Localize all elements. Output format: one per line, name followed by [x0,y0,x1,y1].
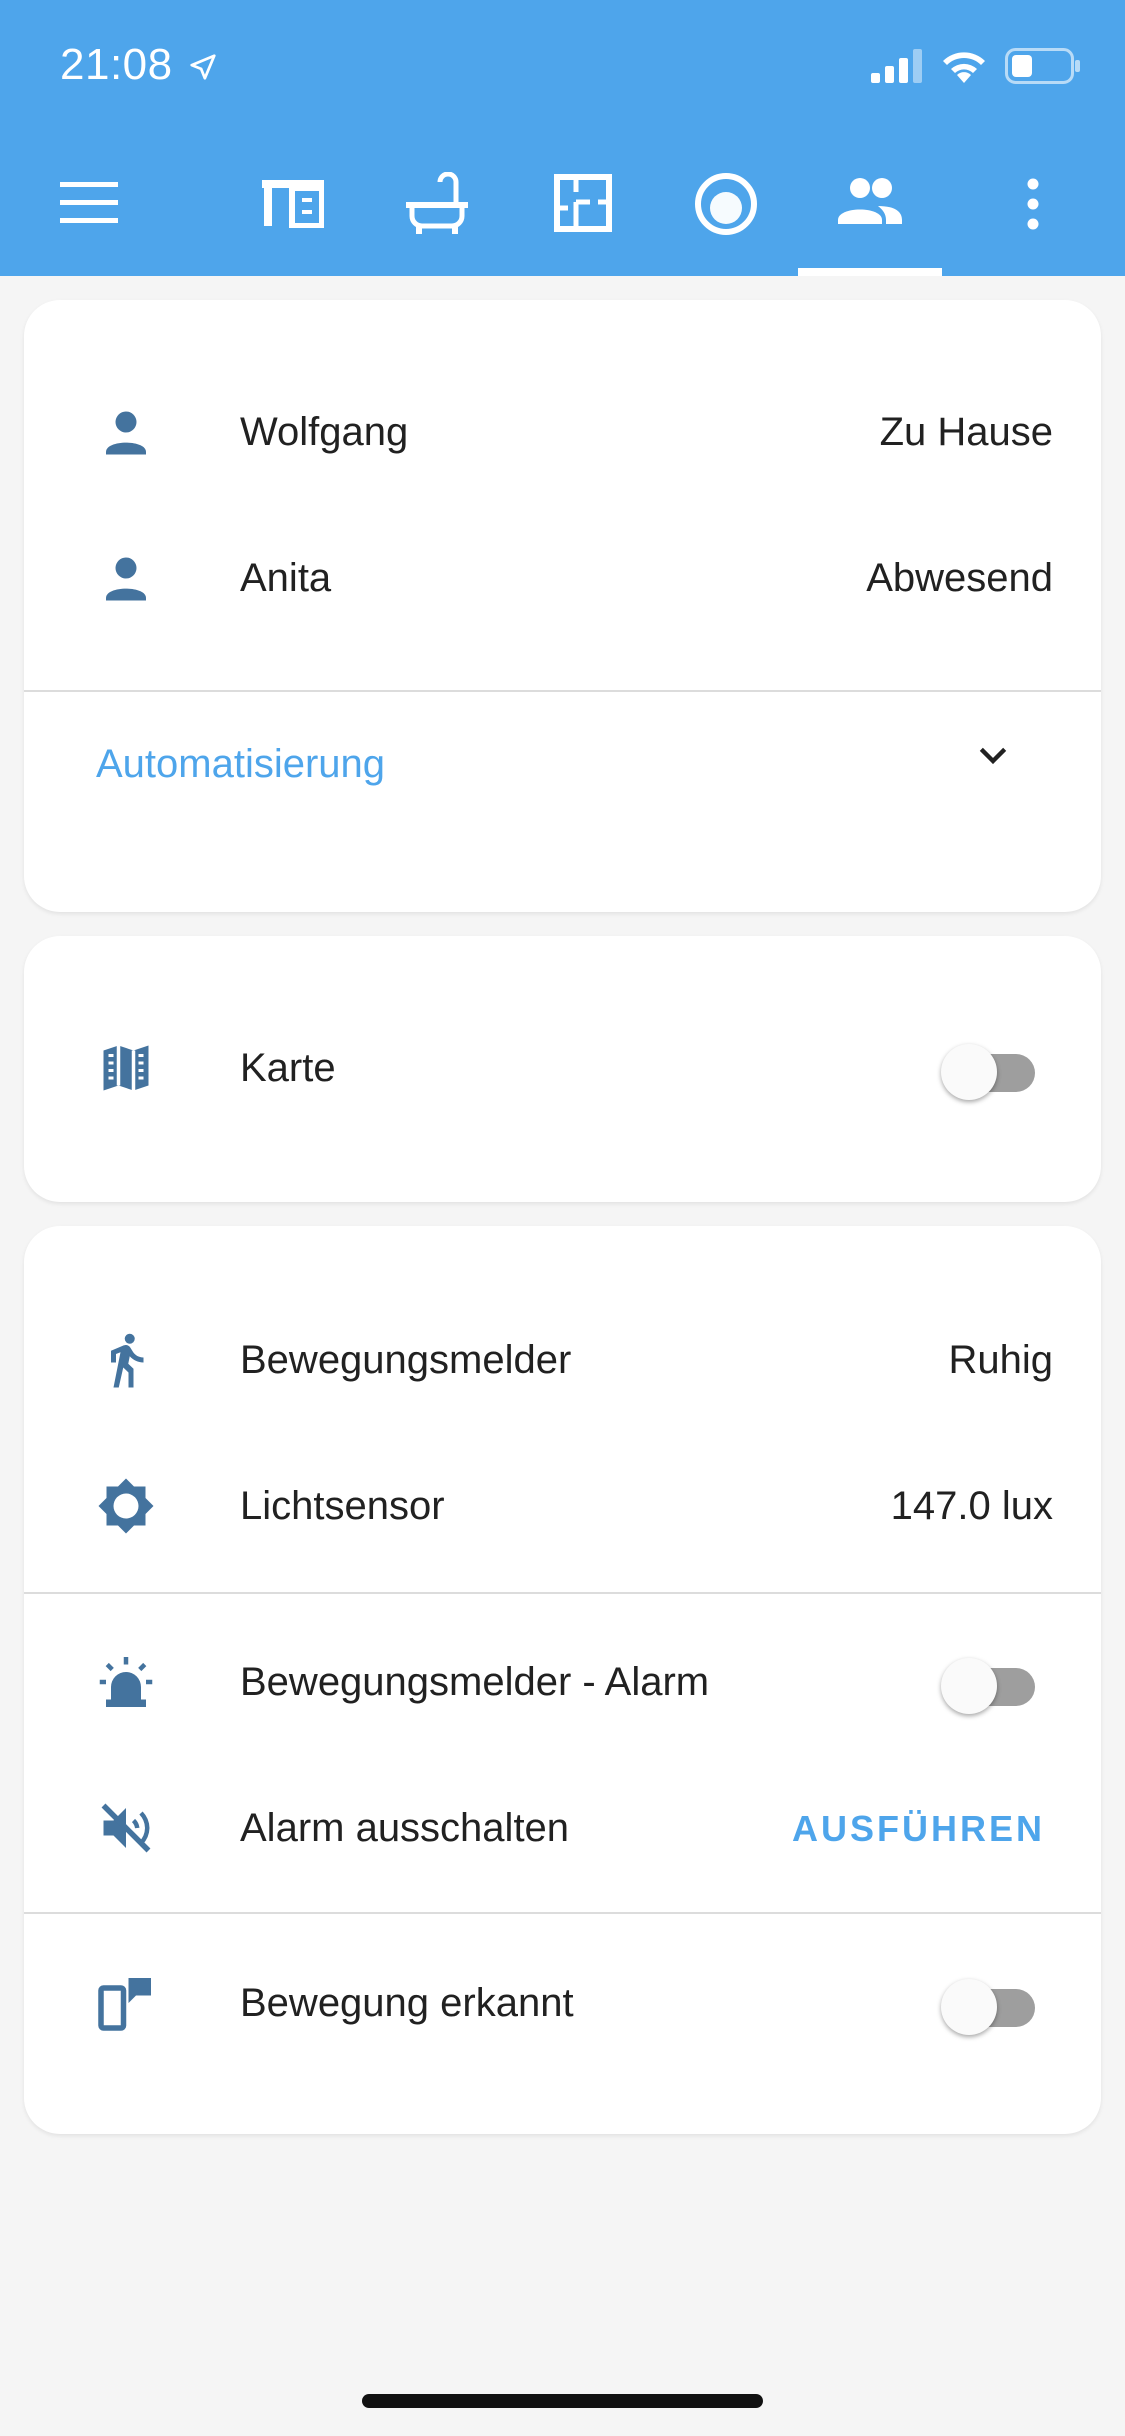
walk-icon [111,1333,144,1388]
desk-icon[interactable] [262,178,324,228]
alarm-off-row: Alarm ausschalten AUSFÜHREN [24,1778,1101,1878]
toggle-knob [941,1979,997,2035]
app-header: 21:08 [0,0,1125,276]
active-tab-indicator [798,268,942,276]
chevron-down-icon[interactable] [973,736,1013,776]
automation-link[interactable]: Automatisierung [96,742,385,787]
person-name: Wolfgang [240,410,409,454]
person-state: Zu Hause [879,410,1053,454]
location-arrow-icon [190,54,216,80]
toggle-knob [941,1044,997,1100]
card-divider [24,1592,1101,1594]
status-time: 21:08 [60,40,173,89]
robot-vacuum-icon[interactable] [694,172,758,236]
sensor-value: 147.0 lux [890,1484,1053,1528]
person-state: Abwesend [866,556,1053,600]
person-icon [106,557,146,601]
map-toggle[interactable] [941,1044,1041,1100]
person-row[interactable]: Anita Abwesend [24,528,1101,628]
menu-icon[interactable] [60,182,118,224]
alarm-light-icon [99,1657,153,1707]
people-card: Wolfgang Zu Hause Anita Abwesend Automat… [24,300,1101,912]
sensor-label: Lichtsensor [240,1484,445,1528]
more-vert-icon[interactable] [1026,178,1040,230]
sensor-label: Bewegungsmelder [240,1338,572,1382]
floorplan-icon[interactable] [554,174,612,232]
home-indicator [362,2394,763,2408]
motion-row[interactable]: Bewegung erkannt [24,1953,1101,2053]
person-icon [106,411,146,455]
motion-label: Bewegung erkannt [240,1981,574,2025]
card-divider [24,690,1101,692]
sensor-row[interactable]: Bewegungsmelder Ruhig [24,1310,1101,1410]
map-row[interactable]: Karte [24,1018,1101,1118]
signal-icon [871,49,922,83]
brightness-icon [98,1478,154,1534]
sensors-card: Bewegungsmelder Ruhig Lichtsensor 147.0 … [24,1226,1101,2134]
map-icon [103,1045,149,1091]
map-label: Karte [240,1046,336,1090]
sensor-row[interactable]: Lichtsensor 147.0 lux [24,1456,1101,1556]
bathtub-icon[interactable] [404,172,470,234]
person-name: Anita [240,556,332,600]
map-card: Karte [24,936,1101,1202]
alarm-row[interactable]: Bewegungsmelder - Alarm [24,1632,1101,1732]
sensor-value: Ruhig [948,1338,1053,1382]
card-divider [24,1912,1101,1914]
toggle-knob [941,1658,997,1714]
people-icon[interactable] [838,176,902,224]
volume-off-icon [101,1803,151,1853]
cellphone-message-icon [98,1978,151,2031]
alarm-off-label: Alarm ausschalten [240,1806,570,1850]
alarm-toggle[interactable] [941,1658,1041,1714]
alarm-label: Bewegungsmelder - Alarm [240,1660,710,1704]
wifi-icon [943,52,985,83]
run-script-button[interactable]: AUSFÜHREN [792,1808,1045,1850]
status-indicators [871,48,1081,84]
person-row[interactable]: Wolfgang Zu Hause [24,382,1101,482]
motion-toggle[interactable] [941,1979,1041,2035]
battery-icon [1005,48,1080,84]
